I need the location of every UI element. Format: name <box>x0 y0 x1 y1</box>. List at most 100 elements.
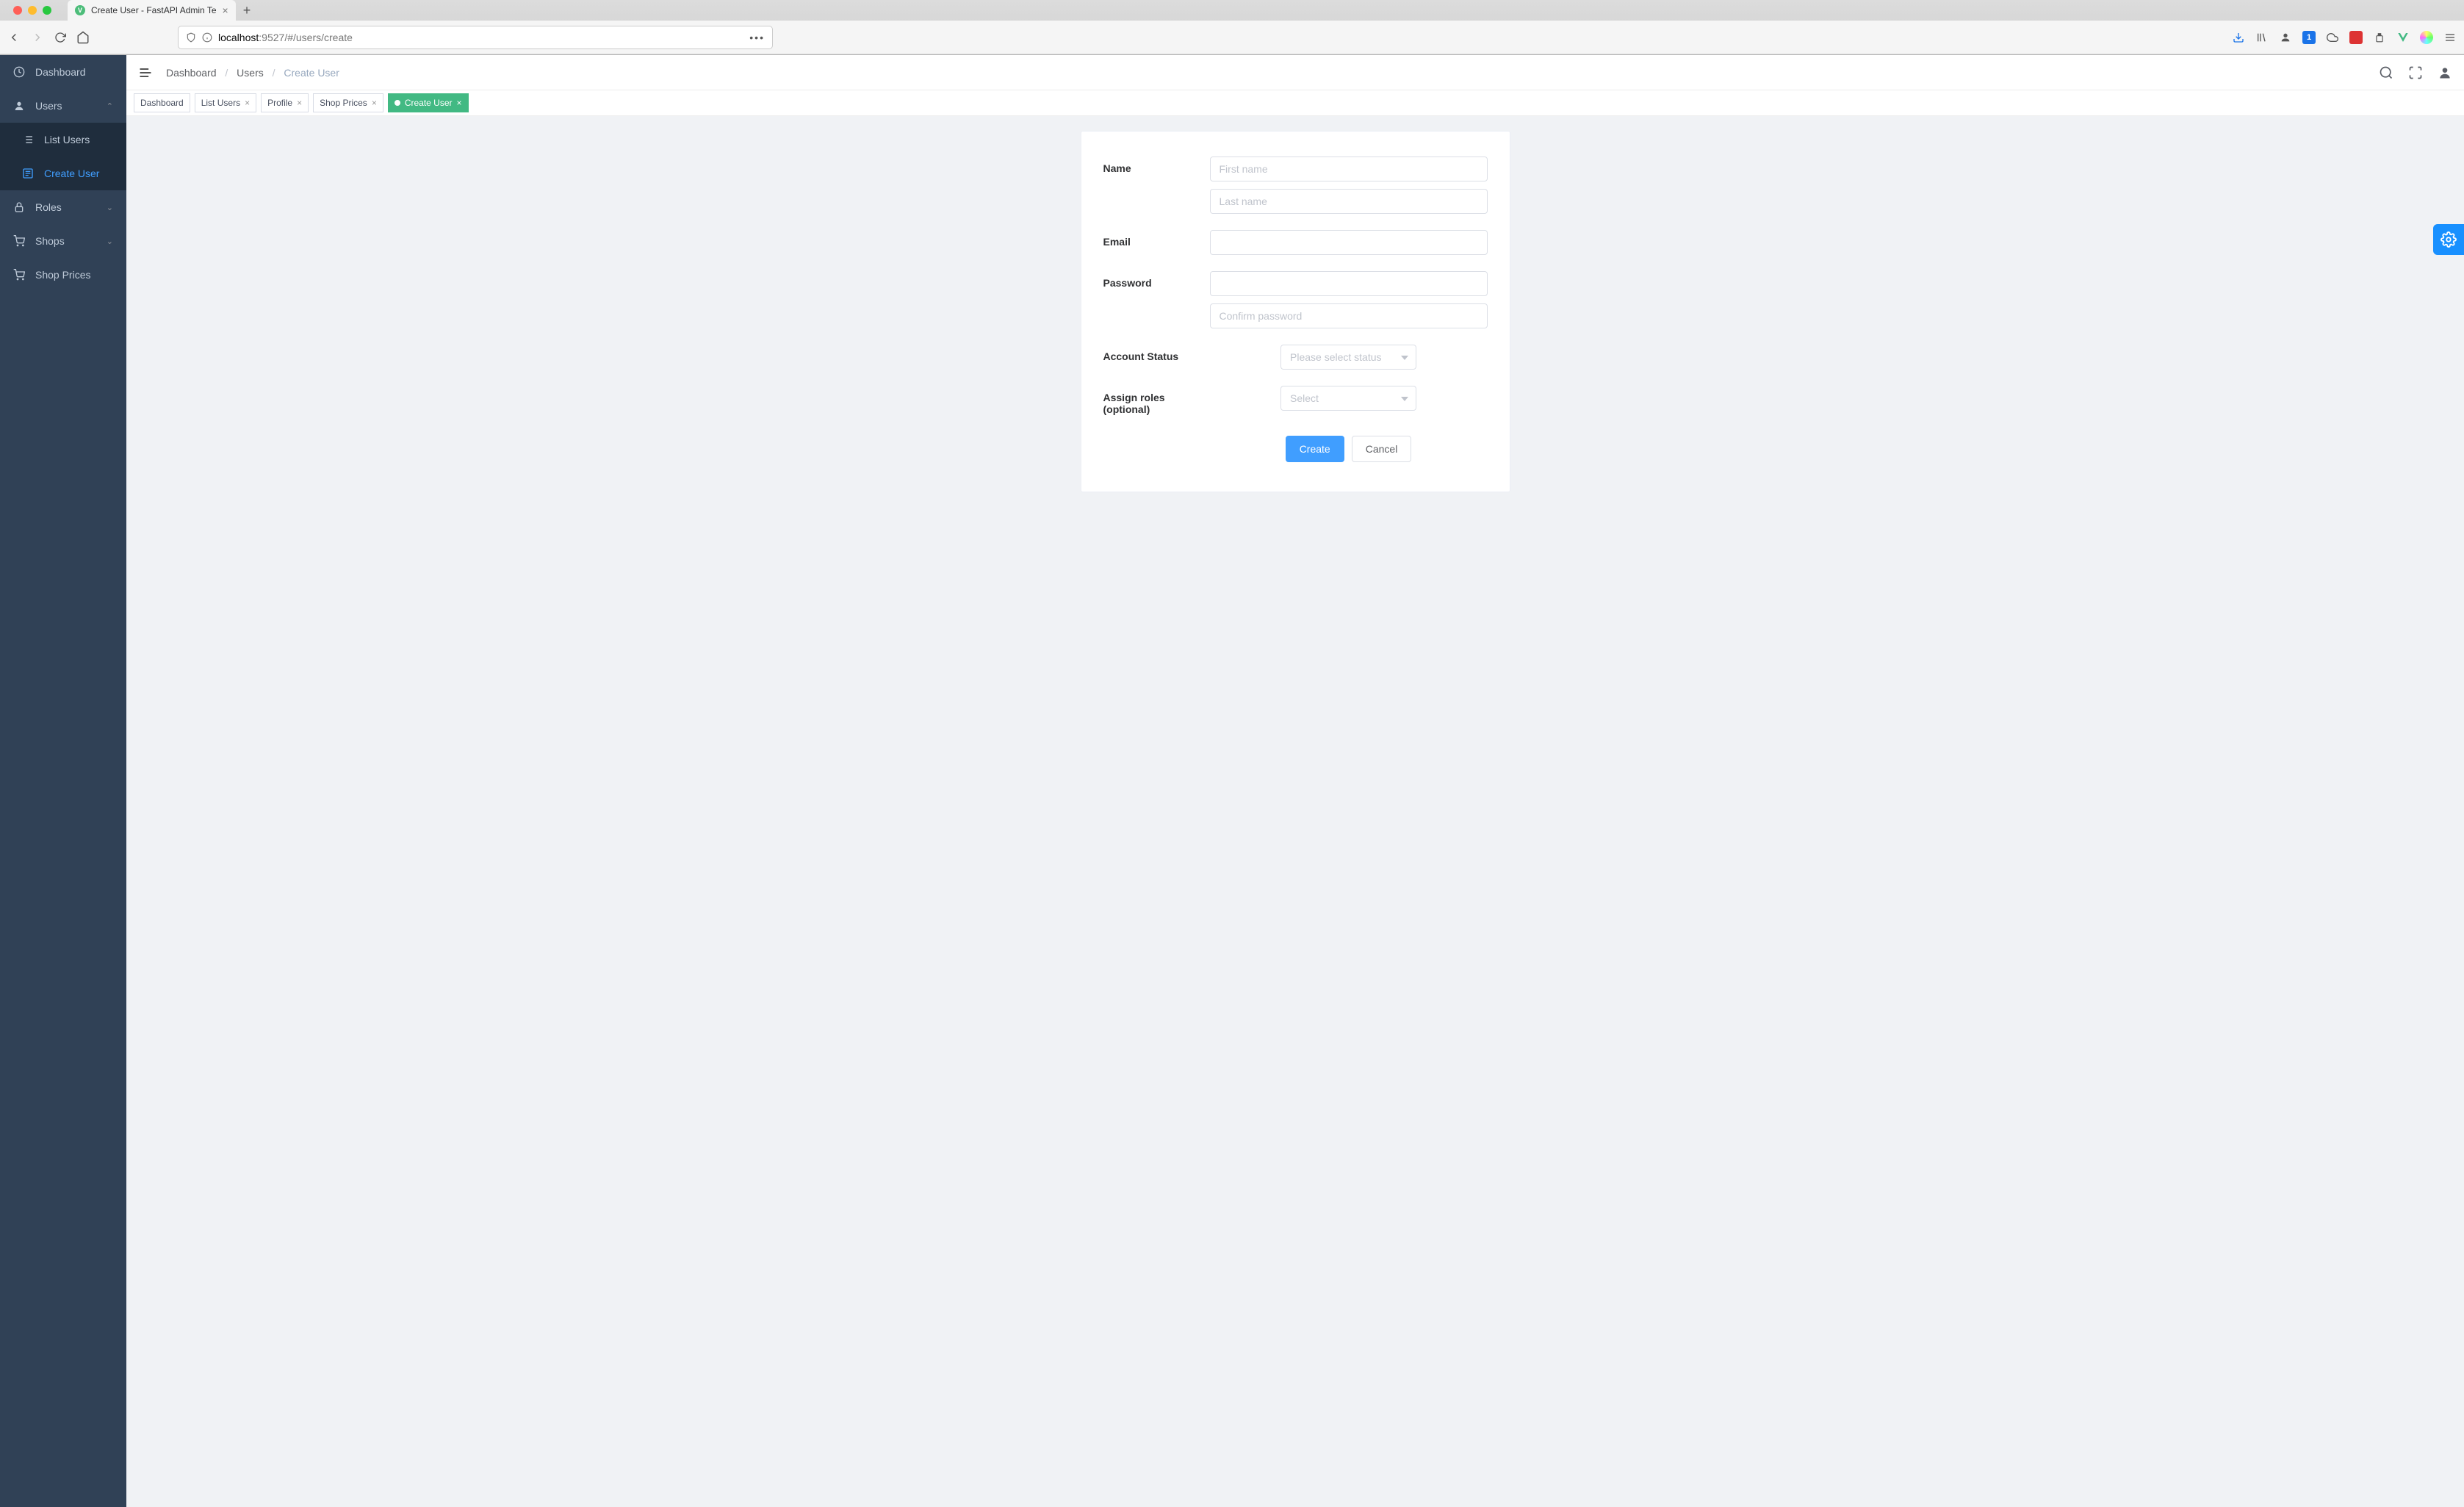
library-icon[interactable] <box>2255 31 2269 44</box>
app-root: Dashboard Users ⌃ List Users Create User… <box>0 55 2464 1507</box>
breadcrumb-item[interactable]: Users <box>237 67 264 79</box>
confirm-password-input[interactable] <box>1210 303 1488 328</box>
hamburger-icon[interactable] <box>138 65 153 80</box>
email-input[interactable] <box>1210 230 1488 255</box>
cloud-icon[interactable] <box>2326 31 2339 44</box>
sidebar: Dashboard Users ⌃ List Users Create User… <box>0 55 126 1507</box>
sidebar-item-users[interactable]: Users ⌃ <box>0 89 126 123</box>
form-icon <box>22 168 34 179</box>
fullscreen-icon[interactable] <box>2408 65 2423 80</box>
tag-shop-prices[interactable]: Shop Prices × <box>313 93 383 112</box>
ext4-icon[interactable] <box>2420 31 2433 44</box>
sidebar-item-dashboard[interactable]: Dashboard <box>0 55 126 89</box>
cart-icon <box>13 235 25 247</box>
breadcrumb: Dashboard / Users / Create User <box>166 67 339 79</box>
lock-icon <box>13 201 25 213</box>
sidebar-item-list-users[interactable]: List Users <box>0 123 126 157</box>
select-placeholder: Select <box>1290 392 1319 404</box>
tag-list-users[interactable]: List Users × <box>195 93 256 112</box>
ext3-icon[interactable] <box>2373 31 2386 44</box>
vue-icon[interactable] <box>2396 31 2410 44</box>
tag-create-user[interactable]: Create User × <box>388 93 469 112</box>
dashboard-icon <box>13 66 25 78</box>
new-tab-button[interactable]: + <box>243 3 251 18</box>
sidebar-label: Roles <box>35 201 62 213</box>
name-label: Name <box>1103 157 1210 181</box>
breadcrumb-current: Create User <box>284 67 339 79</box>
close-icon[interactable]: × <box>297 98 302 108</box>
select-placeholder: Please select status <box>1290 351 1382 363</box>
tag-label: Profile <box>267 98 292 108</box>
breadcrumb-item[interactable]: Dashboard <box>166 67 217 79</box>
last-name-input[interactable] <box>1210 189 1488 214</box>
roles-label: Assign roles (optional) <box>1103 386 1210 415</box>
shield-icon[interactable] <box>186 32 196 43</box>
cart-icon <box>13 269 25 281</box>
cancel-button[interactable]: Cancel <box>1352 436 1412 462</box>
email-label: Email <box>1103 230 1210 255</box>
page-actions-icon[interactable]: ••• <box>749 32 765 43</box>
minimize-window-icon[interactable] <box>28 6 37 15</box>
status-select[interactable]: Please select status <box>1280 345 1416 370</box>
chevron-down-icon: ⌄ <box>107 203 113 212</box>
sidebar-label: Shops <box>35 235 65 247</box>
top-actions <box>2379 65 2452 80</box>
create-button[interactable]: Create <box>1286 436 1344 462</box>
tag-label: Create User <box>405 98 453 108</box>
user-icon <box>13 100 25 112</box>
settings-fab[interactable] <box>2433 224 2464 255</box>
status-label: Account Status <box>1103 345 1210 370</box>
close-window-icon[interactable] <box>13 6 22 15</box>
tab-favicon-icon: V <box>75 5 85 15</box>
button-row: Create Cancel <box>1103 436 1488 462</box>
browser-chrome: V Create User - FastAPI Admin Te × + <box>0 0 2464 55</box>
sidebar-item-create-user[interactable]: Create User <box>0 157 126 190</box>
profile-icon[interactable] <box>2438 65 2452 80</box>
close-icon[interactable]: × <box>372 98 377 108</box>
home-button[interactable] <box>76 31 90 44</box>
tag-label: Shop Prices <box>320 98 367 108</box>
info-icon[interactable] <box>202 32 212 43</box>
ext1-icon[interactable]: 1 <box>2302 31 2316 44</box>
breadcrumb-sep: / <box>273 67 275 79</box>
tag-label: Dashboard <box>140 98 184 108</box>
tags-view: Dashboard List Users × Profile × Shop Pric… <box>126 90 2464 116</box>
nav-buttons <box>7 31 90 44</box>
tag-profile[interactable]: Profile × <box>261 93 309 112</box>
password-label: Password <box>1103 271 1210 296</box>
maximize-window-icon[interactable] <box>43 6 51 15</box>
reload-button[interactable] <box>54 32 66 43</box>
forward-button[interactable] <box>31 31 44 44</box>
ext2-icon[interactable] <box>2349 31 2363 44</box>
back-button[interactable] <box>7 31 21 44</box>
sidebar-label: Dashboard <box>35 66 86 78</box>
sidebar-item-roles[interactable]: Roles ⌄ <box>0 190 126 224</box>
search-icon[interactable] <box>2379 65 2393 80</box>
browser-tab[interactable]: V Create User - FastAPI Admin Te × <box>68 0 236 21</box>
chevron-down-icon: ⌄ <box>107 237 113 246</box>
password-input[interactable] <box>1210 271 1488 296</box>
tab-title: Create User - FastAPI Admin Te <box>91 5 217 15</box>
account-icon[interactable] <box>2279 31 2292 44</box>
url-text: localhost:9527/#/users/create <box>218 32 353 43</box>
tag-label: List Users <box>201 98 240 108</box>
sidebar-item-shop-prices[interactable]: Shop Prices <box>0 258 126 292</box>
sidebar-label: Create User <box>44 168 99 179</box>
download-icon[interactable] <box>2232 31 2245 44</box>
sidebar-label: Shop Prices <box>35 269 90 281</box>
extension-icons: 1 <box>2232 31 2457 44</box>
list-icon <box>22 134 34 145</box>
roles-select[interactable]: Select <box>1280 386 1416 411</box>
first-name-input[interactable] <box>1210 157 1488 181</box>
url-bar[interactable]: localhost:9527/#/users/create ••• <box>178 26 773 49</box>
chevron-up-icon: ⌃ <box>107 101 113 111</box>
close-icon[interactable]: × <box>457 98 462 108</box>
content: Name Email Password <box>126 116 2464 1507</box>
tag-dashboard[interactable]: Dashboard <box>134 93 190 112</box>
tab-close-icon[interactable]: × <box>223 4 228 16</box>
close-icon[interactable]: × <box>245 98 250 108</box>
sidebar-item-shops[interactable]: Shops ⌄ <box>0 224 126 258</box>
sidebar-label: List Users <box>44 134 90 145</box>
browser-menu-icon[interactable] <box>2443 31 2457 44</box>
tab-strip: V Create User - FastAPI Admin Te × + <box>0 0 2464 21</box>
